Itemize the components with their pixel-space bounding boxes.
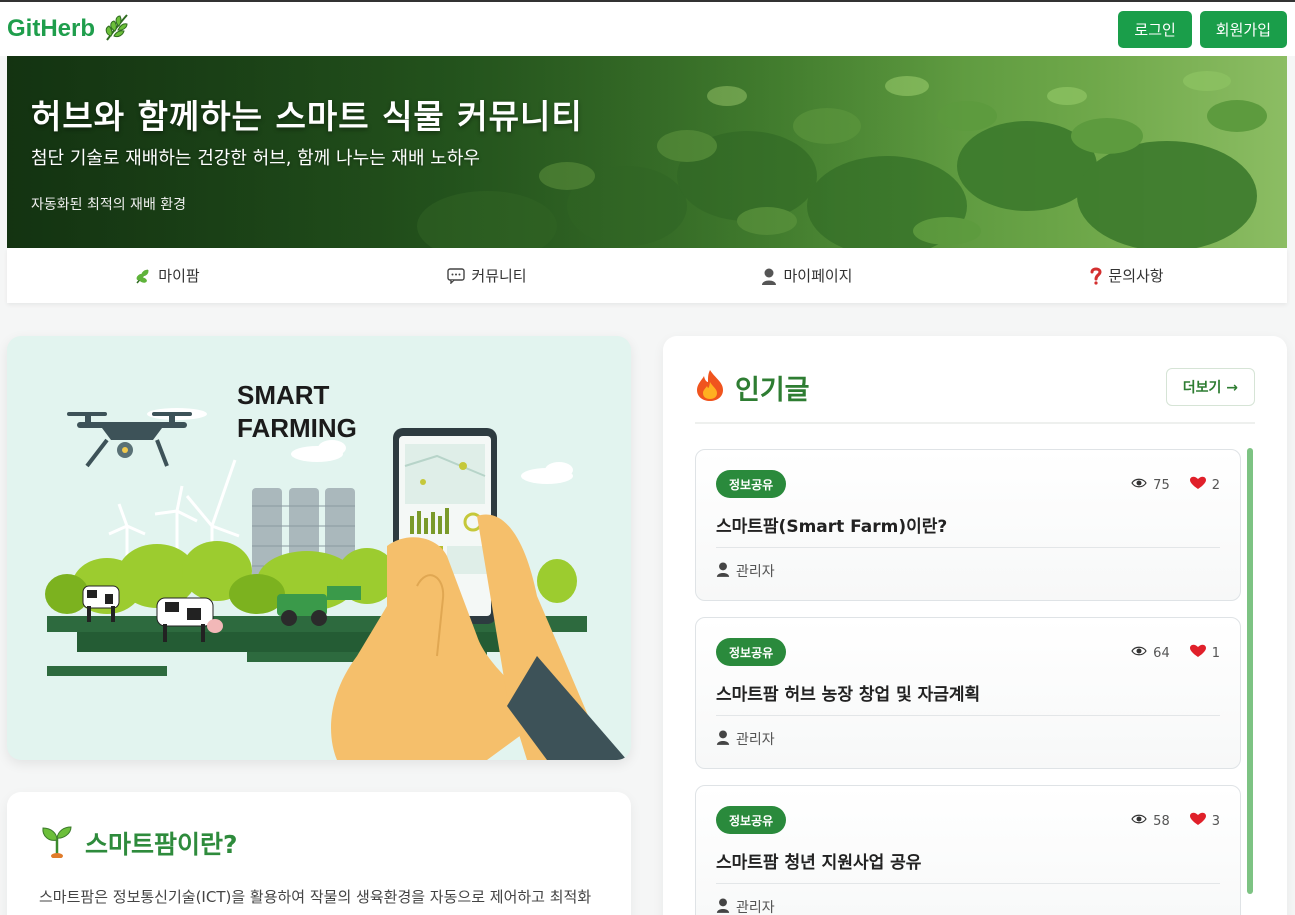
- question-icon: [1090, 267, 1102, 285]
- more-button[interactable]: 더보기 →: [1165, 368, 1255, 406]
- posts-scrollbar[interactable]: [1247, 448, 1253, 894]
- nav-item-mypage[interactable]: 마이페이지: [647, 248, 967, 303]
- logo[interactable]: GitHerb: [7, 12, 131, 46]
- nav-label-community: 커뮤니티: [471, 267, 527, 285]
- post-likes: 3: [1211, 813, 1220, 829]
- info-text: 스마트팜은 정보통신기술(ICT)을 활용하여 작물의 생육환경을 자동으로 제…: [39, 888, 592, 915]
- nav-item-myfarm[interactable]: 마이팜: [7, 248, 327, 303]
- post-card[interactable]: 정보공유 58 3 스마트팜 청년 지원사업 공유 관리자: [695, 785, 1241, 915]
- popular-title: 인기글: [735, 374, 810, 406]
- post-card[interactable]: 정보공유 75 2 스마트팜(Smart Farm)이란? 관리자: [695, 449, 1241, 601]
- post-title[interactable]: 스마트팜 허브 농장 창업 및 자금계획: [716, 680, 980, 705]
- main-nav: 마이팜 커뮤니티 마이페이지 문의사항: [7, 248, 1287, 303]
- post-views: 64: [1153, 645, 1170, 661]
- user-icon: [716, 561, 730, 581]
- info-title: 스마트팜이란?: [85, 830, 238, 859]
- nav-label-myfarm: 마이팜: [158, 267, 200, 285]
- eye-icon: [1131, 645, 1147, 661]
- nav-label-mypage: 마이페이지: [783, 267, 853, 285]
- post-tag[interactable]: 정보공유: [716, 638, 787, 666]
- post-likes: 1: [1211, 645, 1220, 661]
- smartfarm-info-card: 스마트팜이란? 스마트팜은 정보통신기술(ICT)을 활용하여 작물의 생육환경…: [7, 792, 631, 915]
- post-tag[interactable]: 정보공유: [716, 806, 787, 834]
- heart-icon: [1189, 476, 1206, 494]
- hero-banner: 허브와 함께하는 스마트 식물 커뮤니티 첨단 기술로 재배하는 건강한 허브,…: [7, 56, 1287, 248]
- post-author: 관리자: [736, 564, 775, 580]
- sprout-icon: [39, 824, 75, 862]
- nav-item-inquiry[interactable]: 문의사항: [967, 248, 1287, 303]
- post-title[interactable]: 스마트팜(Smart Farm)이란?: [716, 512, 947, 537]
- post-author: 관리자: [736, 732, 775, 748]
- user-icon: [761, 267, 777, 285]
- hero-title: 허브와 함께하는 스마트 식물 커뮤니티: [31, 97, 583, 136]
- illus-line1: SMART: [237, 380, 330, 410]
- login-button[interactable]: 로그인: [1118, 10, 1192, 48]
- heart-icon: [1189, 812, 1206, 830]
- eye-icon: [1131, 477, 1147, 493]
- user-icon: [716, 897, 730, 915]
- smart-farming-illustration: SMART FARMING: [7, 336, 631, 760]
- illus-line2: FARMING: [237, 413, 357, 443]
- post-card[interactable]: 정보공유 64 1 스마트팜 허브 농장 창업 및 자금계획 관리자: [695, 617, 1241, 769]
- popular-posts-card: 인기글 더보기 → 정보공유 75 2 스마트팜(Smart Farm)이란? …: [663, 336, 1287, 915]
- top-header: GitHerb 로그인 회원가입: [0, 2, 1295, 56]
- post-views: 58: [1153, 813, 1170, 829]
- nav-item-community[interactable]: 커뮤니티: [327, 248, 647, 303]
- leaf-logo-icon: [103, 12, 131, 46]
- post-tag[interactable]: 정보공유: [716, 470, 787, 498]
- herb-icon: [134, 267, 152, 285]
- post-likes: 2: [1211, 477, 1220, 493]
- user-icon: [716, 729, 730, 749]
- post-author: 관리자: [736, 900, 775, 915]
- signup-button[interactable]: 회원가입: [1199, 10, 1287, 48]
- nav-label-inquiry: 문의사항: [1108, 267, 1164, 285]
- heart-icon: [1189, 644, 1206, 662]
- fire-icon: [695, 368, 725, 406]
- hero-subtitle: 첨단 기술로 재배하는 건강한 허브, 함께 나누는 재배 노하우: [31, 148, 480, 169]
- eye-icon: [1131, 813, 1147, 829]
- logo-text[interactable]: GitHerb: [7, 15, 95, 43]
- post-title[interactable]: 스마트팜 청년 지원사업 공유: [716, 848, 921, 873]
- drone-icon: [67, 412, 192, 468]
- chat-icon: [447, 267, 466, 284]
- post-views: 75: [1153, 477, 1170, 493]
- hero-note: 자동화된 최적의 재배 환경: [31, 197, 187, 213]
